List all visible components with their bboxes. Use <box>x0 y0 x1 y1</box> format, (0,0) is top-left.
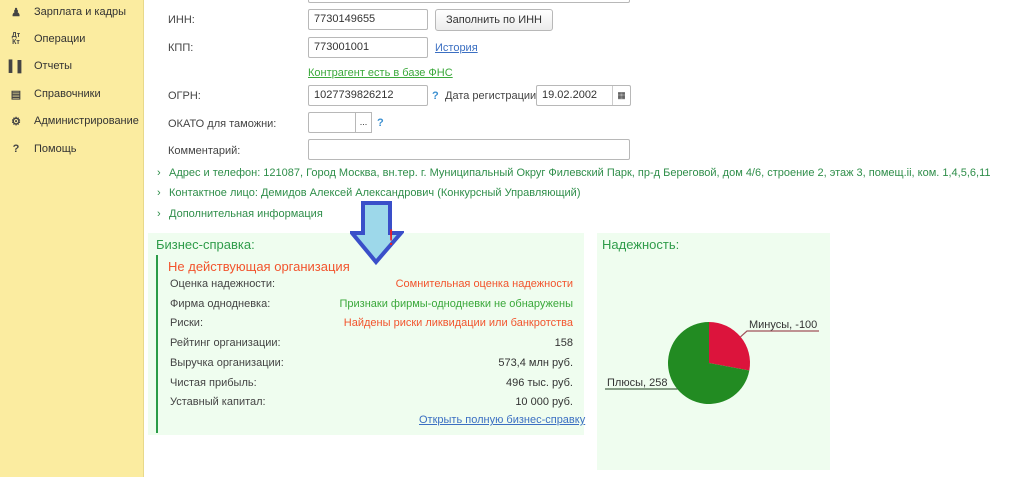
reg-date-value: 19.02.2002 <box>542 89 598 101</box>
business-row: Оценка надежности: Сомнительная оценка на… <box>170 278 573 290</box>
okato-help-icon[interactable]: ? <box>377 117 384 129</box>
row-key: Чистая прибыль: <box>170 376 257 389</box>
sidebar-item-help[interactable]: ? Помощь <box>0 139 144 159</box>
dt-kt-icon: Дт Кт <box>11 32 21 46</box>
business-row: Чистая прибыль: 496 тыс. руб. <box>170 377 573 389</box>
arrow-down-annotation: ! <box>350 201 404 266</box>
sidebar-item-administration[interactable]: ⚙ Администрирование <box>0 111 144 131</box>
status-bar <box>156 255 158 433</box>
row-key: Уставный капитал: <box>170 396 266 409</box>
business-row: Рейтинг организации: 158 <box>170 337 573 349</box>
row-value: 573,4 млн руб. <box>498 356 573 369</box>
comment-label: Комментарий: <box>168 145 241 157</box>
ogrn-label: ОГРН: <box>168 90 201 102</box>
business-row: Риски: Найдены риски ликвидации или банкр… <box>170 317 573 329</box>
row-key: Рейтинг организации: <box>170 337 281 350</box>
section-label: Дополнительная информация <box>169 208 323 220</box>
reg-date-input[interactable]: 19.02.2002 ▦ <box>536 85 631 106</box>
gear-icon: ⚙ <box>11 115 21 128</box>
question-icon: ? <box>12 143 20 155</box>
exclamation-mark: ! <box>388 225 394 250</box>
business-row: Выручка организации: 573,4 млн руб. <box>170 357 573 369</box>
section-additional[interactable]: › Дополнительная информация <box>157 208 323 220</box>
row-value: 158 <box>554 337 573 350</box>
section-label: Контактное лицо: Демидов Алексей Алексан… <box>169 187 581 199</box>
row-value: Сомнительная оценка надежности <box>395 278 573 290</box>
inn-input[interactable]: 7730149655 <box>308 9 428 30</box>
section-contact[interactable]: › Контактное лицо: Демидов Алексей Алекса… <box>157 187 581 199</box>
ogrn-help-icon[interactable]: ? <box>432 90 439 102</box>
row-value: Найдены риски ликвидации или банкротства <box>343 317 573 330</box>
history-link[interactable]: История <box>435 42 478 54</box>
chevron-right-icon: › <box>157 167 161 179</box>
section-label: Адрес и телефон: 121087, Город Москва, в… <box>169 167 991 179</box>
open-business-report-link[interactable]: Открыть полную бизнес-справку <box>419 414 585 426</box>
pie-label: Минусы, -100 <box>749 319 817 331</box>
name-field[interactable] <box>308 0 630 3</box>
row-key: Фирма однодневка: <box>170 297 271 310</box>
row-value: 496 тыс. руб. <box>506 376 573 389</box>
books-icon: ▤ <box>10 88 22 101</box>
reg-date-label: Дата регистрации: <box>445 90 540 102</box>
business-title: Бизнес-справка: <box>156 237 255 252</box>
sidebar-item-reports[interactable]: ▍▌ Отчеты <box>0 56 144 76</box>
row-key: Риски: <box>170 317 203 330</box>
ogrn-input[interactable]: 1027739826212 <box>308 85 428 106</box>
status-text: Не действующая организация <box>168 259 350 274</box>
sidebar-item-directories[interactable]: ▤ Справочники <box>0 84 144 104</box>
pie-leader-line <box>740 330 819 338</box>
reliability-pie-chart: Минусы, -100 Плюсы, 258 <box>605 319 819 404</box>
kpp-label: КПП: <box>168 42 194 54</box>
business-row: Уставный капитал: 10 000 руб. <box>170 396 573 408</box>
sidebar: ♟ Зарплата и кадры Дт Кт Операции ▍▌ Отчеты … <box>0 0 144 477</box>
row-value: Признаки фирмы-однодневки не обнаружены <box>339 297 573 310</box>
comment-input[interactable] <box>308 139 630 160</box>
okato-label: ОКАТО для таможни: <box>168 118 277 130</box>
okato-select-button[interactable]: ... <box>355 112 372 133</box>
calendar-icon[interactable]: ▦ <box>612 86 630 105</box>
chevron-right-icon: › <box>157 187 161 199</box>
bar-chart-icon: ▍▌ <box>9 60 26 73</box>
fill-by-inn-button[interactable]: Заполнить по ИНН <box>435 9 553 31</box>
fns-link[interactable]: Контрагент есть в базе ФНС <box>308 67 453 79</box>
sidebar-item-operations[interactable]: Дт Кт Операции <box>0 29 144 49</box>
sidebar-item-salary[interactable]: ♟ Зарплата и кадры <box>0 2 144 22</box>
chevron-right-icon: › <box>157 208 161 220</box>
business-row: Фирма однодневка: Признаки фирмы-одноднев… <box>170 298 573 310</box>
kpp-input[interactable]: 773001001 <box>308 37 428 58</box>
section-address[interactable]: › Адрес и телефон: 121087, Город Москва, … <box>157 167 990 179</box>
row-key: Оценка надежности: <box>170 278 276 290</box>
inn-label: ИНН: <box>168 14 195 26</box>
row-key: Выручка организации: <box>170 356 284 369</box>
person-icon: ♟ <box>11 6 21 19</box>
pie-label: Плюсы, 258 <box>607 377 667 389</box>
pie-slice-Минусы[interactable] <box>709 322 750 371</box>
row-value: 10 000 руб. <box>515 396 573 409</box>
